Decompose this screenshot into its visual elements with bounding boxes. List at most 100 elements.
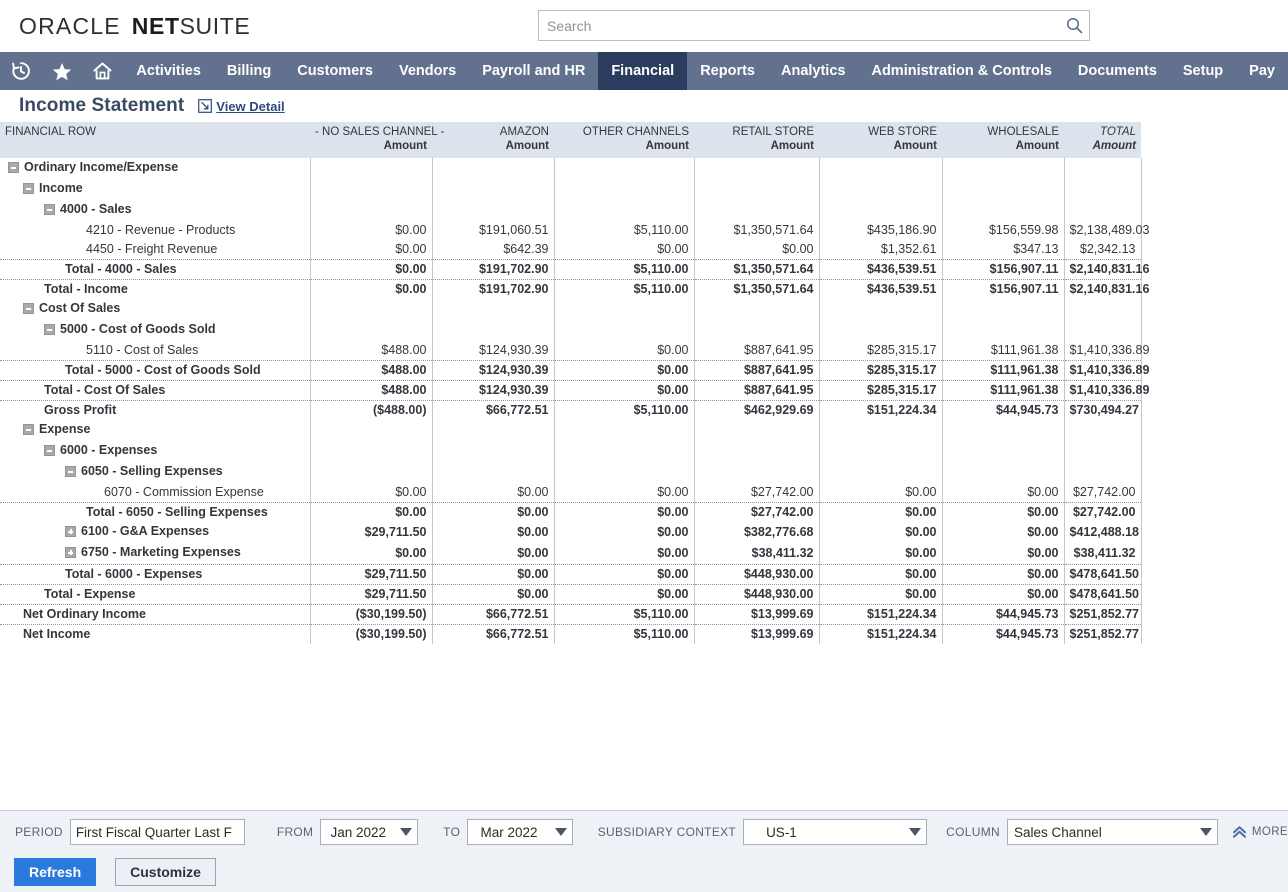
amount-cell: $38,411.32: [693, 543, 820, 565]
row-label-cell: 6050 - Selling Expenses: [0, 462, 310, 483]
nav-item-analytics[interactable]: Analytics: [768, 52, 858, 90]
amount-cell: $156,559.98: [941, 221, 1065, 240]
table-row: 6100 - G&A Expenses $29,711.50 $0.00 $0.00 $…: [0, 522, 1142, 543]
expand-icon[interactable]: [65, 547, 76, 558]
amount-cell: $191,702.90: [431, 279, 555, 299]
collapse-icon[interactable]: [23, 303, 34, 314]
table-row: Total - Expense $29,711.50 $0.00 $0.00 $448,…: [0, 584, 1142, 605]
customize-button[interactable]: Customize: [115, 858, 216, 886]
nav-label: Financial: [611, 63, 675, 79]
column-select[interactable]: Sales Channel: [1006, 819, 1218, 845]
period-input[interactable]: [69, 819, 245, 845]
nav-item-activities[interactable]: Activities: [123, 52, 213, 90]
col-header-amount: Amount: [1015, 140, 1059, 152]
table-row: Net Income ($30,199.50) $66,772.51 $5,110.0…: [0, 624, 1142, 644]
row-label-cell: Expense: [0, 420, 310, 441]
amount-cell: $1,410,336.89: [1063, 360, 1149, 381]
amount-cell: $66,772.51: [431, 624, 555, 644]
home-icon[interactable]: [82, 52, 123, 90]
from-period-select[interactable]: Jan 2022: [320, 819, 419, 845]
row-label-cell: 6750 - Marketing Expenses: [0, 543, 310, 565]
table-row: Total - Income $0.00 $191,702.90 $5,110.00 $…: [0, 279, 1149, 300]
col-header-name: RETAIL STORE: [732, 126, 814, 138]
nav-label: Activities: [136, 63, 201, 79]
amount-cell: ($488.00): [309, 400, 433, 420]
amount-cell: $44,945.73: [941, 604, 1065, 625]
amount-cell: $1,350,571.64: [693, 221, 820, 240]
amount-cell: $0.00: [431, 522, 555, 543]
table-row: Gross Profit ($488.00) $66,772.51 $5,110.00…: [0, 400, 1142, 420]
table-row: 5000 - Cost of Goods Sold: [0, 320, 1142, 341]
amount-cell: $285,315.17: [818, 380, 943, 401]
search-input[interactable]: [539, 11, 1059, 40]
nav-item-setup[interactable]: Setup: [1170, 52, 1236, 90]
nav-item-billing[interactable]: Billing: [214, 52, 284, 90]
table-row: Total - 4000 - Sales $0.00 $191,702.90 $5,1…: [0, 259, 1149, 280]
collapse-icon[interactable]: [44, 445, 55, 456]
row-label-cell: Total - 5000 - Cost of Goods Sold: [0, 360, 310, 381]
nav-item-vendors[interactable]: Vendors: [386, 52, 469, 90]
row-label-cell: 6070 - Commission Expense: [0, 483, 310, 503]
amount-cell: [693, 462, 820, 483]
amount-cell: $124,930.39: [431, 380, 555, 401]
favorites-star-icon[interactable]: [41, 52, 82, 90]
nav-item-documents[interactable]: Documents: [1065, 52, 1170, 90]
amount-cell: $478,641.50: [1063, 584, 1142, 605]
amount-cell: $111,961.38: [941, 341, 1065, 361]
collapse-icon[interactable]: [23, 183, 34, 194]
amount-cell: $347.13: [941, 240, 1065, 260]
search-button[interactable]: [1059, 11, 1089, 40]
nav-item-pay[interactable]: Pay: [1236, 52, 1288, 90]
subsidiary-context-value: US-1: [766, 824, 797, 840]
nav-item-reports[interactable]: Reports: [687, 52, 768, 90]
nav-item-financial[interactable]: Financial: [598, 52, 688, 90]
amount-cell: $1,410,336.89: [1063, 341, 1149, 361]
table-row: Net Ordinary Income ($30,199.50) $66,772.5…: [0, 604, 1142, 625]
amount-cell: $5,110.00: [553, 604, 695, 625]
row-label: 6050 - Selling Expenses: [81, 464, 223, 478]
header-row: FINANCIAL ROW - NO SALES CHANNEL - Amoun…: [0, 122, 1141, 158]
amount-cell: $5,110.00: [553, 624, 695, 644]
amount-cell: $0.00: [941, 564, 1065, 585]
row-label-cell: 6100 - G&A Expenses: [0, 522, 310, 543]
table-row: 6000 - Expenses: [0, 441, 1142, 462]
amount-cell: $0.00: [818, 584, 943, 605]
collapse-icon[interactable]: [23, 424, 34, 435]
amount-cell: $2,140,831.16: [1063, 259, 1149, 280]
amount-cell: [1063, 299, 1142, 320]
col-header-name: AMAZON: [499, 126, 549, 138]
amount-cell: ($30,199.50): [309, 624, 433, 644]
collapse-icon[interactable]: [44, 324, 55, 335]
amount-cell: [941, 179, 1065, 200]
amount-cell: $13,999.69: [693, 624, 820, 644]
row-label: Total - Income: [44, 282, 128, 296]
nav-label: Pay: [1249, 63, 1275, 79]
chevron-down-icon: [395, 828, 417, 836]
chevron-down-icon: [550, 828, 572, 836]
row-label: Gross Profit: [44, 403, 117, 417]
amount-cell: $5,110.00: [553, 259, 695, 280]
page-header: Income Statement View Detail: [0, 90, 1288, 122]
amount-cell: [1063, 179, 1142, 200]
recent-history-icon[interactable]: [0, 52, 41, 90]
amount-cell: $13,999.69: [693, 604, 820, 625]
collapse-icon[interactable]: [8, 162, 19, 173]
to-period-select[interactable]: Mar 2022: [467, 819, 573, 845]
expand-icon[interactable]: [65, 526, 76, 537]
more-options-button[interactable]: MORE: [1232, 825, 1288, 839]
amount-cell: [431, 320, 555, 341]
nav-item-customers[interactable]: Customers: [284, 52, 386, 90]
col-header-retail-store: RETAIL STORE Amount: [694, 122, 819, 158]
row-label-cell: Total - Income: [0, 280, 310, 300]
nav-item-payroll-and-hr[interactable]: Payroll and HR: [469, 52, 598, 90]
refresh-button[interactable]: Refresh: [14, 858, 97, 886]
collapse-icon[interactable]: [44, 204, 55, 215]
amount-cell: $0.00: [309, 279, 433, 299]
amount-cell: [693, 158, 820, 179]
global-search[interactable]: [538, 10, 1090, 41]
view-detail-link[interactable]: View Detail: [198, 99, 285, 114]
amount-cell: $0.00: [693, 240, 820, 260]
collapse-icon[interactable]: [65, 466, 76, 477]
subsidiary-context-select[interactable]: US-1: [743, 819, 928, 845]
nav-item-administration-and-controls[interactable]: Administration & Controls: [858, 52, 1064, 90]
